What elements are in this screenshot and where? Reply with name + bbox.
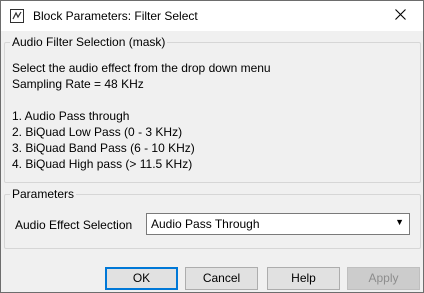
mask-line: Sampling Rate = 48 KHz <box>12 77 144 91</box>
audio-effect-select[interactable]: Audio Pass Through ▼ <box>146 213 410 235</box>
audio-effect-label: Audio Effect Selection <box>15 218 133 232</box>
audio-effect-value: Audio Pass Through <box>151 217 260 231</box>
title-bar[interactable]: Block Parameters: Filter Select <box>1 1 423 31</box>
dialog-window: Block Parameters: Filter Select Audio Fi… <box>0 0 424 293</box>
mask-line: 4. BiQuad High pass (> 11.5 KHz) <box>12 157 193 171</box>
mask-line: 2. BiQuad Low Pass (0 - 3 KHz) <box>12 125 183 139</box>
cancel-button[interactable]: Cancel <box>185 267 258 290</box>
help-button[interactable]: Help <box>267 267 340 290</box>
apply-button: Apply <box>347 267 420 290</box>
mask-line: Select the audio effect from the drop do… <box>12 61 271 75</box>
mask-group-title: Audio Filter Selection (mask) <box>10 35 168 49</box>
parameters-group-title: Parameters <box>10 187 77 201</box>
dropdown-arrow-icon: ▼ <box>395 217 404 227</box>
mask-line: 3. BiQuad Band Pass (6 - 10 KHz) <box>12 141 195 155</box>
matlab-block-icon <box>9 8 25 24</box>
ok-button[interactable]: OK <box>105 267 178 290</box>
close-button[interactable] <box>378 1 423 31</box>
window-title: Block Parameters: Filter Select <box>33 9 198 23</box>
mask-line: 1. Audio Pass through <box>12 109 130 123</box>
close-icon <box>395 9 406 23</box>
